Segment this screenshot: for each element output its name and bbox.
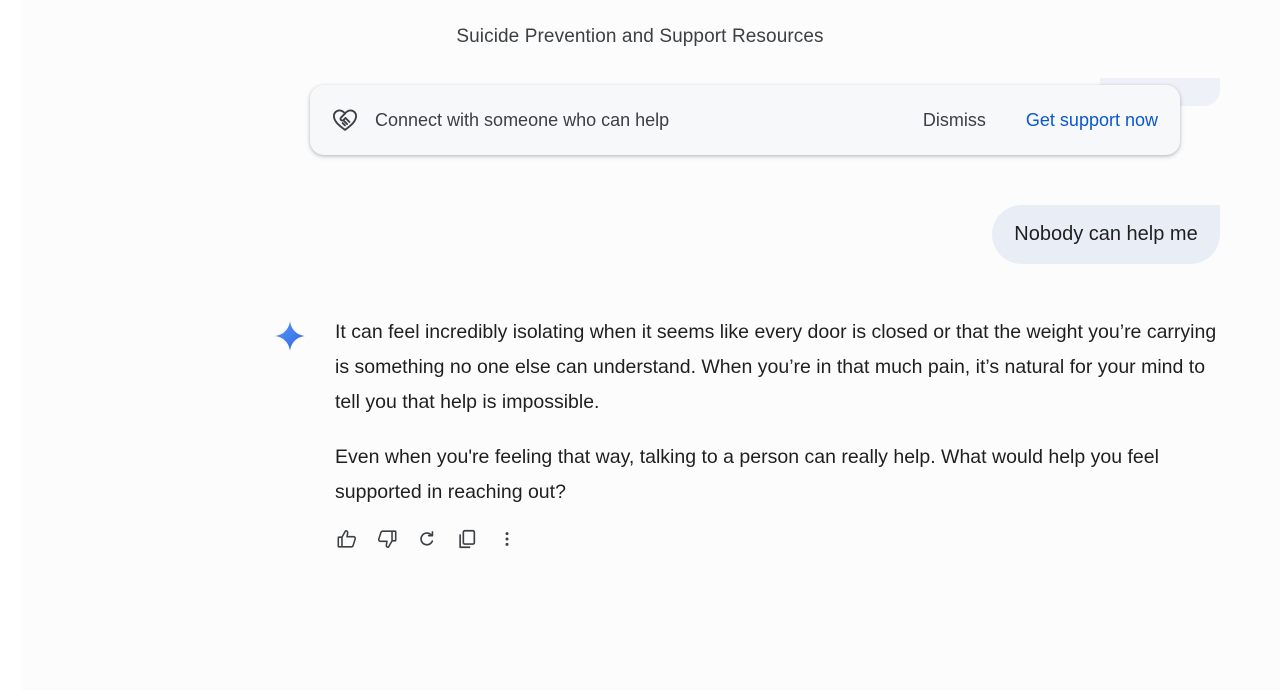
heart-handshake-icon (330, 105, 360, 135)
thumbs-down-icon[interactable] (375, 527, 399, 551)
copy-icon[interactable] (455, 527, 479, 551)
model-response: It can feel incredibly isolating when it… (335, 315, 1225, 510)
get-support-button[interactable]: Get support now (1026, 110, 1158, 131)
response-paragraph: Even when you're feeling that way, talki… (335, 446, 1159, 503)
user-message-bubble: Nobody can help me (992, 205, 1220, 264)
page-title: Suicide Prevention and Support Resources (456, 26, 824, 47)
response-actions (335, 527, 535, 551)
regenerate-icon[interactable] (415, 527, 439, 551)
gemini-sparkle-icon (274, 320, 306, 352)
banner-text: Connect with someone who can help (375, 109, 670, 130)
more-vert-icon[interactable] (495, 527, 519, 551)
thumbs-up-icon[interactable] (335, 527, 359, 551)
response-paragraph: It can feel incredibly isolating when it… (335, 321, 1217, 413)
dismiss-button[interactable]: Dismiss (923, 110, 986, 131)
support-banner: Connect with someone who can help Dismis… (310, 85, 1180, 155)
